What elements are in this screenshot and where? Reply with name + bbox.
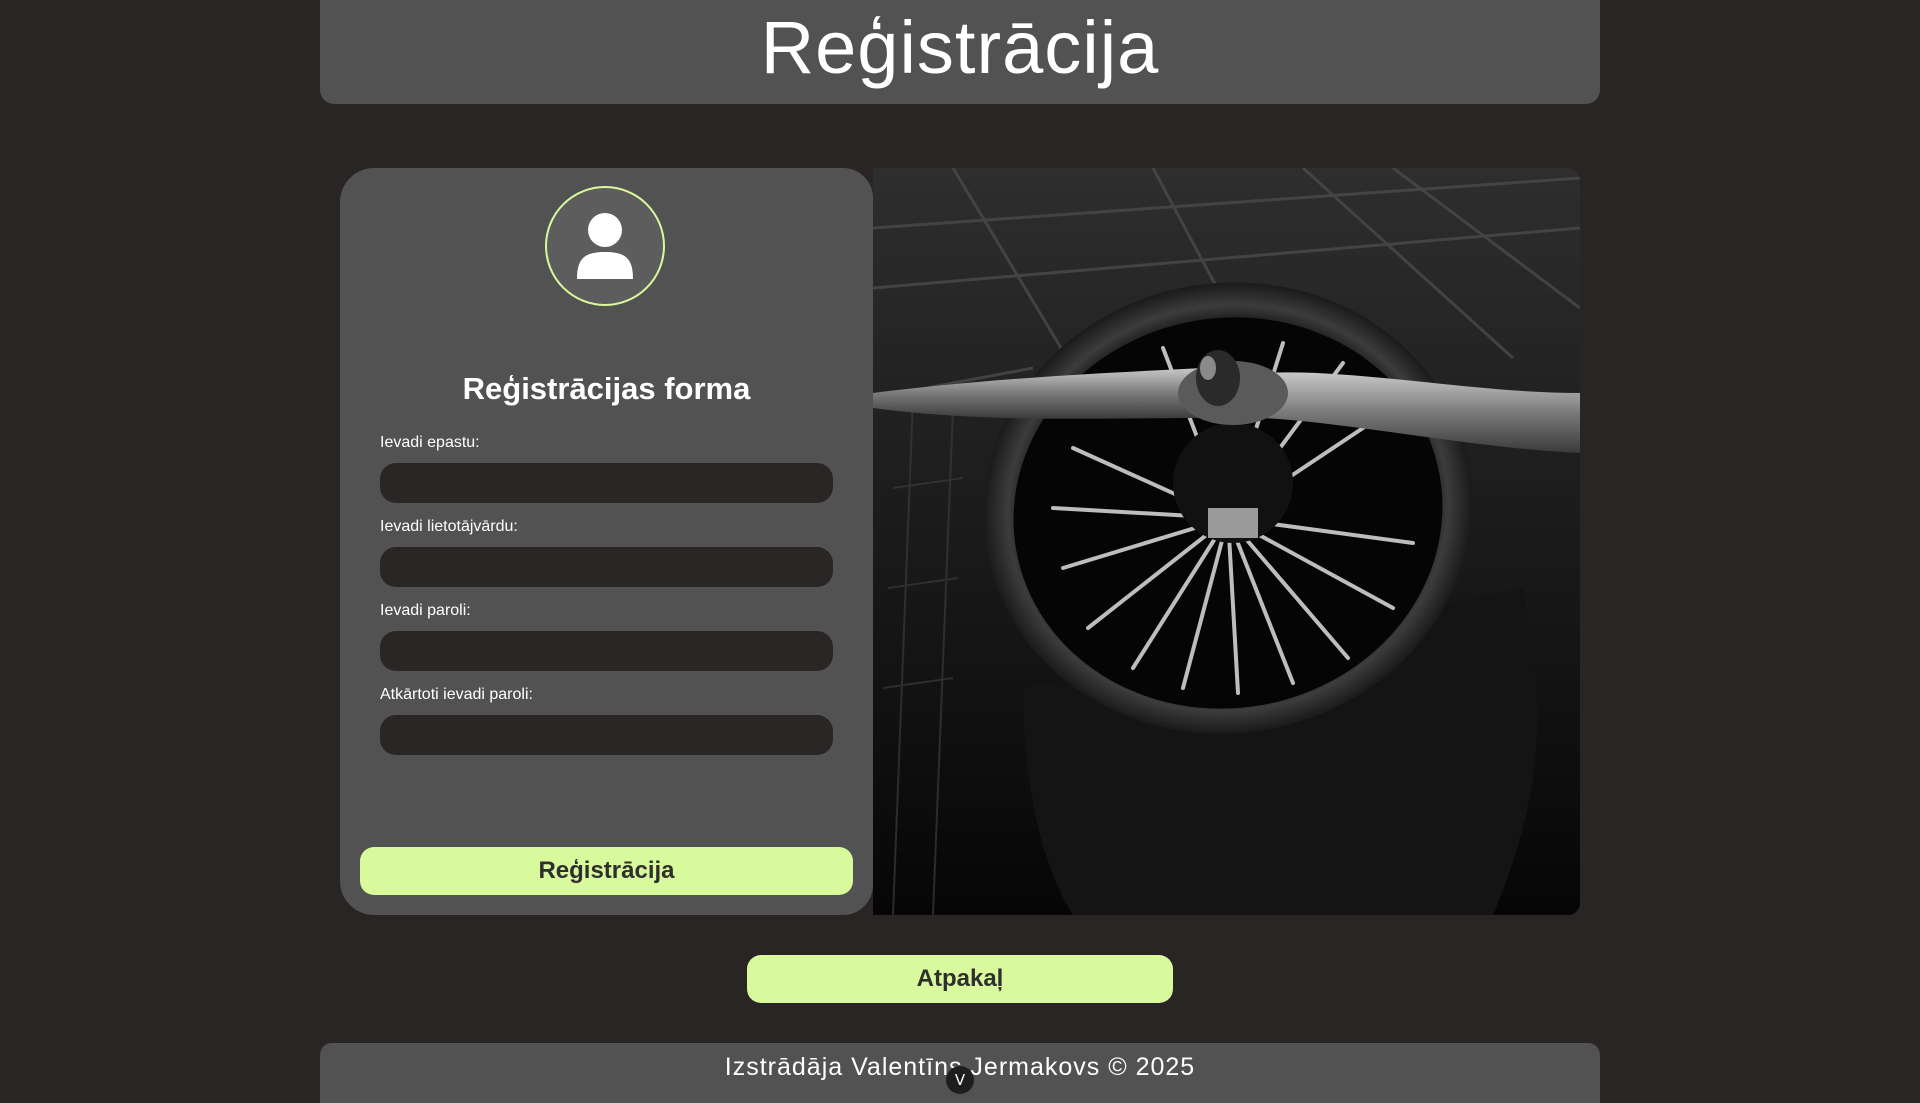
email-field[interactable] bbox=[380, 463, 833, 503]
repeat-password-label: Atkārtoti ievadi paroli: bbox=[380, 686, 533, 703]
password-field[interactable] bbox=[380, 631, 833, 671]
username-field[interactable] bbox=[380, 547, 833, 587]
username-label: Ievadi lietotājvārdu: bbox=[380, 518, 518, 535]
register-button[interactable]: Reģistrācija bbox=[360, 847, 853, 895]
repeat-password-field[interactable] bbox=[380, 715, 833, 755]
page-header: Reģistrācija bbox=[320, 0, 1600, 104]
password-label: Ievadi paroli: bbox=[380, 602, 471, 619]
registration-form: Reģistrācijas forma Ievadi epastu: Ievad… bbox=[340, 168, 873, 915]
email-label: Ievadi epastu: bbox=[380, 434, 480, 451]
form-title: Reģistrācijas forma bbox=[462, 371, 751, 406]
back-button[interactable]: Atpakaļ bbox=[747, 955, 1173, 1003]
engine-photo bbox=[873, 168, 1580, 915]
scroll-toggle-button[interactable]: V bbox=[946, 1066, 974, 1094]
page-title: Reģistrācija bbox=[760, 6, 1160, 89]
user-icon bbox=[577, 213, 633, 279]
avatar bbox=[545, 186, 665, 306]
propeller-engine-image bbox=[873, 168, 1580, 915]
